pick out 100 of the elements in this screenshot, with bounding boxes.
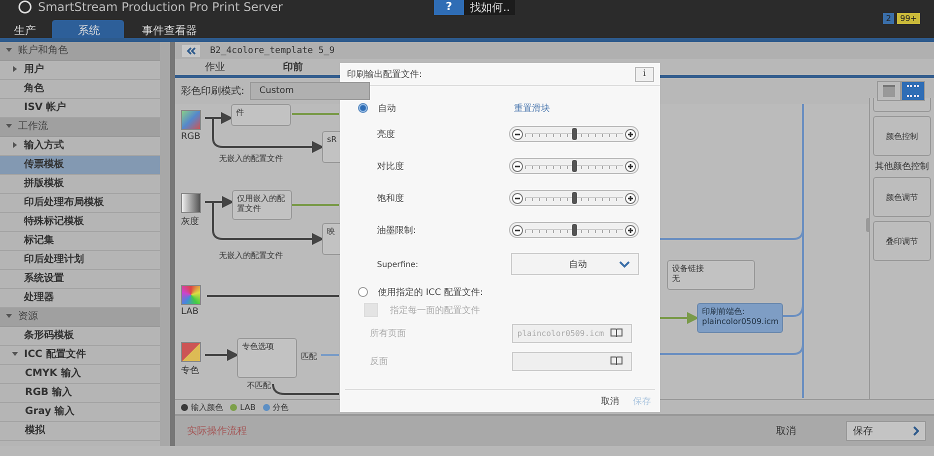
plus-icon[interactable] xyxy=(625,224,636,236)
nav-tab[interactable]: 系统 xyxy=(52,20,124,38)
color-space-icon xyxy=(181,342,201,362)
color-space-icon xyxy=(181,193,201,213)
panel-handle[interactable] xyxy=(866,218,870,232)
process-node[interactable]: 仅用嵌入的配置文件 xyxy=(232,190,292,220)
legend-label: 分色 xyxy=(272,402,289,412)
double-chevron-left-icon xyxy=(186,46,196,54)
icc-radio[interactable] xyxy=(358,287,368,297)
radio-label: 使用指定的 ICC 配置文件: xyxy=(378,286,483,298)
sidebar-item[interactable]: 拼版模板 xyxy=(0,175,160,194)
color-space-icon xyxy=(181,285,201,305)
input-label: LAB xyxy=(181,307,200,317)
sidebar-group-header[interactable]: 工作流 xyxy=(0,118,160,137)
minus-icon[interactable] xyxy=(512,160,523,172)
slider-thumb[interactable] xyxy=(572,160,577,172)
count-badge: 99+ xyxy=(897,13,920,24)
sidebar-item[interactable]: 模拟 xyxy=(0,422,160,441)
section-tab[interactable]: 作业 xyxy=(205,59,225,75)
field-label: 所有页面 xyxy=(370,328,407,340)
sidebar-item[interactable]: 角色 xyxy=(0,80,160,99)
reset-sliders-link[interactable]: 重置滑块 xyxy=(514,102,550,114)
checkbox-label: 指定每一面的配置文件 xyxy=(390,304,480,316)
app-title: SmartStream Production Pro Print Server xyxy=(38,0,283,14)
nav-tab[interactable]: 生产 xyxy=(0,20,48,38)
plus-icon[interactable] xyxy=(625,128,636,140)
minus-icon[interactable] xyxy=(512,128,523,140)
sidebar-item[interactable]: 条形码模板 xyxy=(0,327,160,346)
slider-label: 油墨限制: xyxy=(377,224,418,236)
slider-thumb[interactable] xyxy=(572,128,577,140)
superfine-label: Superfine: xyxy=(377,260,420,268)
branch-label: 不匹配 xyxy=(247,380,271,391)
input-label: 灰度 xyxy=(181,216,200,228)
footer-note: 实际操作流程 xyxy=(187,424,247,438)
minus-icon[interactable] xyxy=(512,224,523,236)
sidebar-item[interactable]: 系统设置 xyxy=(0,270,160,289)
plus-icon[interactable] xyxy=(625,192,636,204)
view-toggle-button[interactable] xyxy=(901,81,925,101)
branch-label: 无嵌入的配置文件 xyxy=(219,153,283,164)
nav-tab[interactable]: 事件查看器 xyxy=(128,20,209,38)
panel-button[interactable]: 颜色调节 xyxy=(873,177,931,217)
process-node[interactable]: 件 xyxy=(231,104,291,126)
caret-icon xyxy=(6,313,12,319)
sidebar-item[interactable]: 特殊标记模板 xyxy=(0,213,160,232)
sidebar-item[interactable]: 传票模板 xyxy=(0,156,160,175)
collapse-button[interactable] xyxy=(182,44,200,56)
sidebar-item[interactable]: ICC 配置文件 xyxy=(0,346,160,365)
superfine-dropdown[interactable]: 自动 xyxy=(511,253,639,275)
panel-button[interactable]: 颜色控制 xyxy=(873,116,931,156)
sidebar-item[interactable]: 标记集 xyxy=(0,232,160,251)
radio-label: 自动 xyxy=(378,102,396,114)
sidebar-item[interactable]: 印后处理布局模板 xyxy=(0,194,160,213)
legend-label: LAB xyxy=(240,402,256,412)
section-tab[interactable]: 印前 xyxy=(283,59,303,75)
process-node[interactable]: 设备链接 无 xyxy=(667,260,755,290)
sidebar-item[interactable]: 用户 xyxy=(0,61,160,80)
save-button[interactable]: 保存 xyxy=(846,421,926,441)
slider-thumb[interactable] xyxy=(572,192,577,204)
color-space-icon xyxy=(181,110,201,130)
book-icon xyxy=(610,356,623,366)
chevron-right-icon xyxy=(913,426,919,436)
chevron-down-icon xyxy=(619,260,630,268)
panel-button[interactable]: 叠印调节 xyxy=(873,221,931,261)
caret-icon xyxy=(6,123,12,129)
minus-icon[interactable] xyxy=(512,192,523,204)
process-node[interactable]: 印刷前端色: plaincolor0509.icm xyxy=(697,303,783,333)
process-node[interactable]: 专色选项 xyxy=(237,338,297,378)
sidebar-item[interactable]: Gray 输入 xyxy=(0,403,160,422)
branch-label: 无嵌入的配置文件 xyxy=(219,250,283,261)
slider-label: 饱和度 xyxy=(377,192,405,204)
caret-icon xyxy=(12,66,18,72)
dialog-cancel-button[interactable]: 取消 xyxy=(601,394,619,408)
input-label: 专色 xyxy=(181,364,200,377)
auto-radio[interactable] xyxy=(358,103,368,113)
cancel-button[interactable]: 取消 xyxy=(776,424,796,438)
template-name: B2_4colore_template 5_9 xyxy=(210,46,335,56)
slider-label: 对比度 xyxy=(377,160,405,172)
caret-icon xyxy=(6,47,12,53)
caret-icon xyxy=(12,351,18,357)
slider-label: 亮度 xyxy=(377,128,396,140)
sidebar-group-header[interactable]: 资源 xyxy=(0,308,160,327)
slider-thumb[interactable] xyxy=(572,224,577,236)
sidebar-item[interactable]: 印后处理计划 xyxy=(0,251,160,270)
mode-dropdown[interactable]: Custom xyxy=(250,82,370,100)
input-label: RGB xyxy=(181,132,201,142)
sidebar-item[interactable]: RGB 输入 xyxy=(0,384,160,403)
sidebar-item[interactable]: CMYK 输入 xyxy=(0,365,160,384)
sidebar-group-header[interactable]: 账户和角色 xyxy=(0,42,160,61)
profile-field[interactable] xyxy=(512,352,632,370)
plus-icon[interactable] xyxy=(625,160,636,172)
field-label: 反面 xyxy=(370,356,389,368)
legend-label: 输入颜色 xyxy=(191,402,223,412)
caret-icon xyxy=(12,142,18,148)
count-badge: 2 xyxy=(883,13,894,24)
info-button[interactable]: i xyxy=(635,66,654,82)
book-icon xyxy=(610,328,623,338)
view-toggle-button[interactable] xyxy=(877,81,901,101)
help-button[interactable]: ? 找如何.. xyxy=(434,0,515,15)
branch-label: 匹配 xyxy=(301,351,317,362)
dialog-title: 印刷输出配置文件: xyxy=(347,68,422,80)
